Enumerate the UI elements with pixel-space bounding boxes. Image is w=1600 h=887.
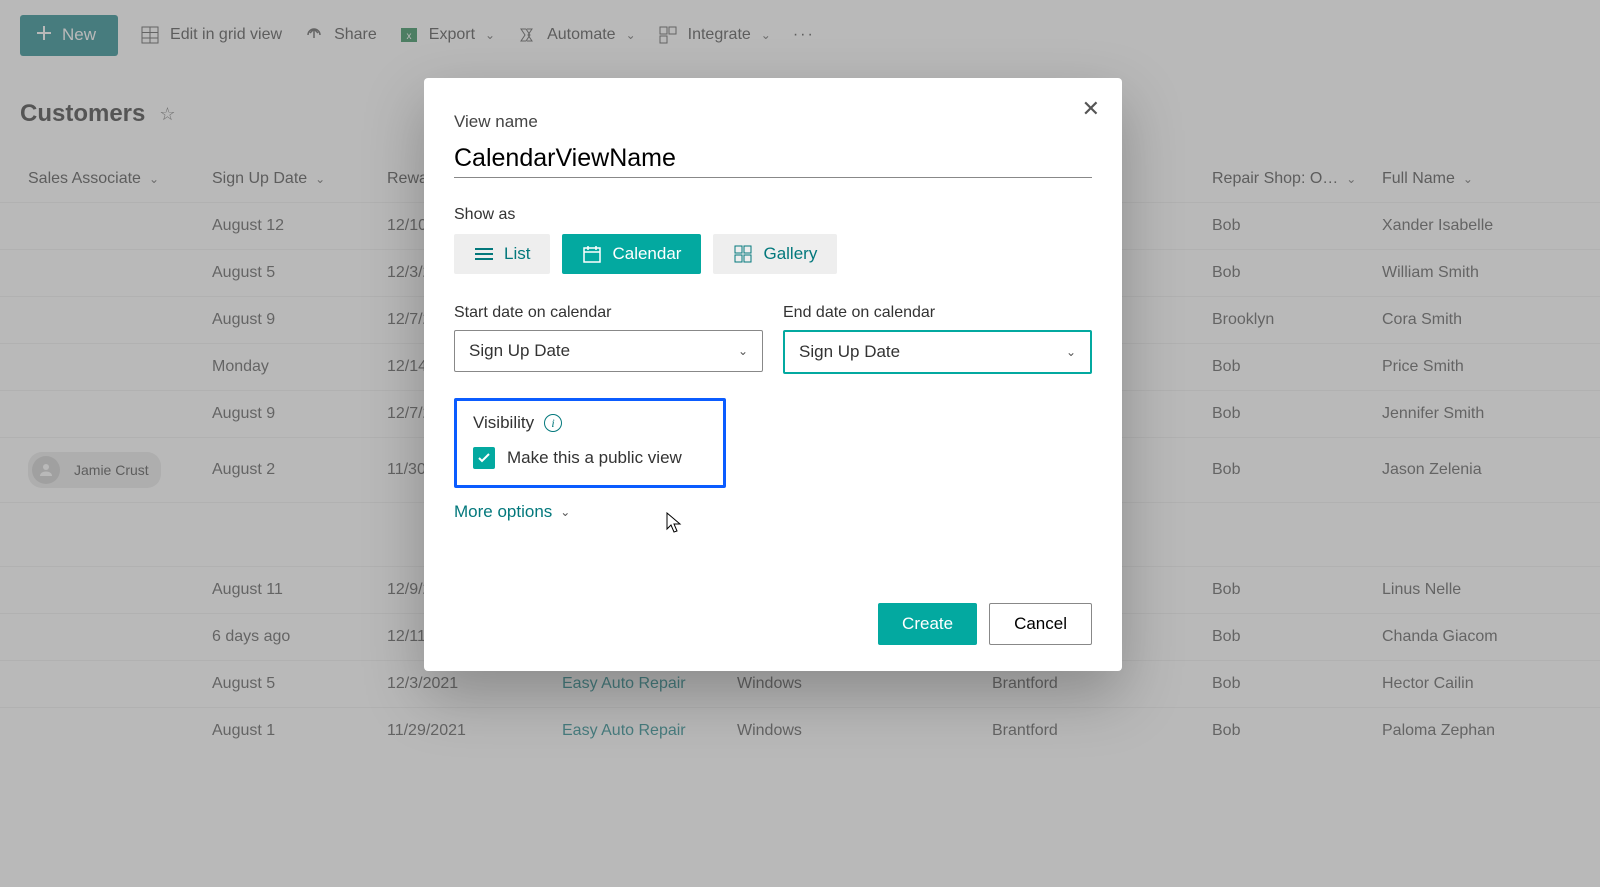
checkbox-checked-icon	[473, 447, 495, 469]
view-name-input[interactable]	[454, 138, 1092, 178]
calendar-icon	[582, 244, 602, 264]
visibility-label: Visibility	[473, 413, 534, 433]
chevron-down-icon: ⌄	[1066, 345, 1076, 359]
show-as-list-button[interactable]: List	[454, 234, 550, 274]
view-name-label: View name	[454, 112, 1092, 132]
more-options-link[interactable]: More options ⌄	[454, 502, 1092, 522]
visibility-highlight-box: Visibility i Make this a public view	[454, 398, 726, 488]
show-as-calendar-button[interactable]: Calendar	[562, 234, 701, 274]
chevron-down-icon: ⌄	[560, 505, 570, 519]
show-as-gallery-button[interactable]: Gallery	[713, 234, 837, 274]
start-date-select[interactable]: Sign Up Date ⌄	[454, 330, 763, 372]
gallery-icon	[733, 244, 753, 264]
cursor-icon	[666, 512, 684, 539]
start-date-label: Start date on calendar	[454, 304, 763, 322]
close-icon: ✕	[1082, 96, 1100, 121]
list-icon	[474, 244, 494, 264]
create-button[interactable]: Create	[878, 603, 977, 645]
create-view-dialog: ✕ View name Show as List Calendar Galler…	[424, 78, 1122, 671]
close-button[interactable]: ✕	[1082, 96, 1100, 122]
info-icon[interactable]: i	[544, 414, 562, 432]
chevron-down-icon: ⌄	[738, 344, 748, 358]
show-as-label: Show as	[454, 206, 1092, 224]
end-date-label: End date on calendar	[783, 304, 1092, 322]
public-view-checkbox[interactable]: Make this a public view	[473, 447, 707, 469]
end-date-select[interactable]: Sign Up Date ⌄	[783, 330, 1092, 374]
cancel-button[interactable]: Cancel	[989, 603, 1092, 645]
